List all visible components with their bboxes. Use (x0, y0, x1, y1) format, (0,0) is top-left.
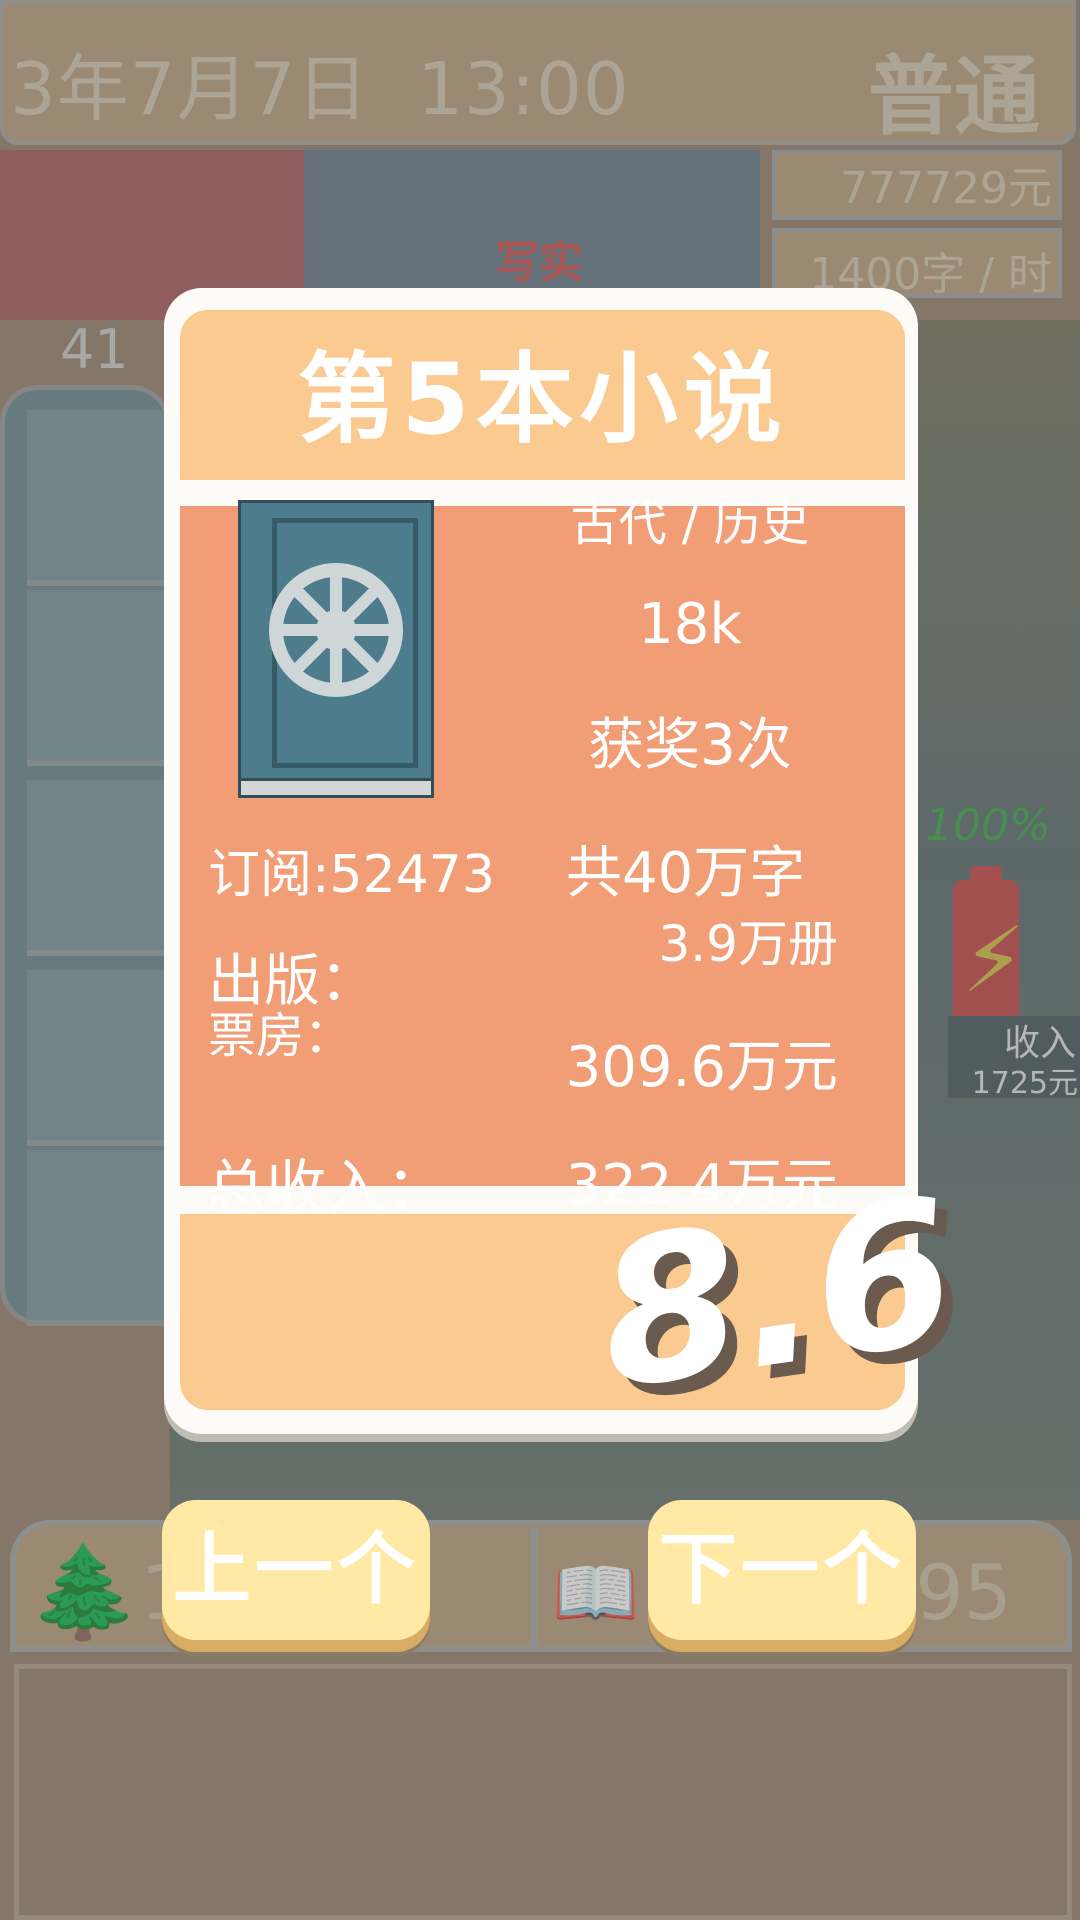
total-words: 共40万字 (566, 841, 806, 906)
novel-wordcount-k: 18k (638, 592, 742, 657)
total-income-label: 总收入： (206, 1154, 446, 1224)
novel-awards: 获奖3次 (588, 713, 792, 778)
next-button[interactable]: 下一个 (648, 1500, 916, 1640)
published-copies: 3.9万册 (658, 915, 838, 973)
card-title: 第5本小说 (297, 343, 788, 457)
subscription-count: 订阅:52473 (208, 845, 495, 905)
book-pages (238, 778, 434, 798)
novel-score: 8.6 (585, 1154, 969, 1435)
novel-genre: 古代 / 历史 (570, 496, 810, 552)
boxoffice-value: 309.6万元 (565, 1035, 838, 1100)
wheel-emblem-icon (269, 563, 403, 697)
previous-button[interactable]: 上一个 (162, 1500, 430, 1640)
boxoffice-label: 票房： (208, 1008, 353, 1064)
